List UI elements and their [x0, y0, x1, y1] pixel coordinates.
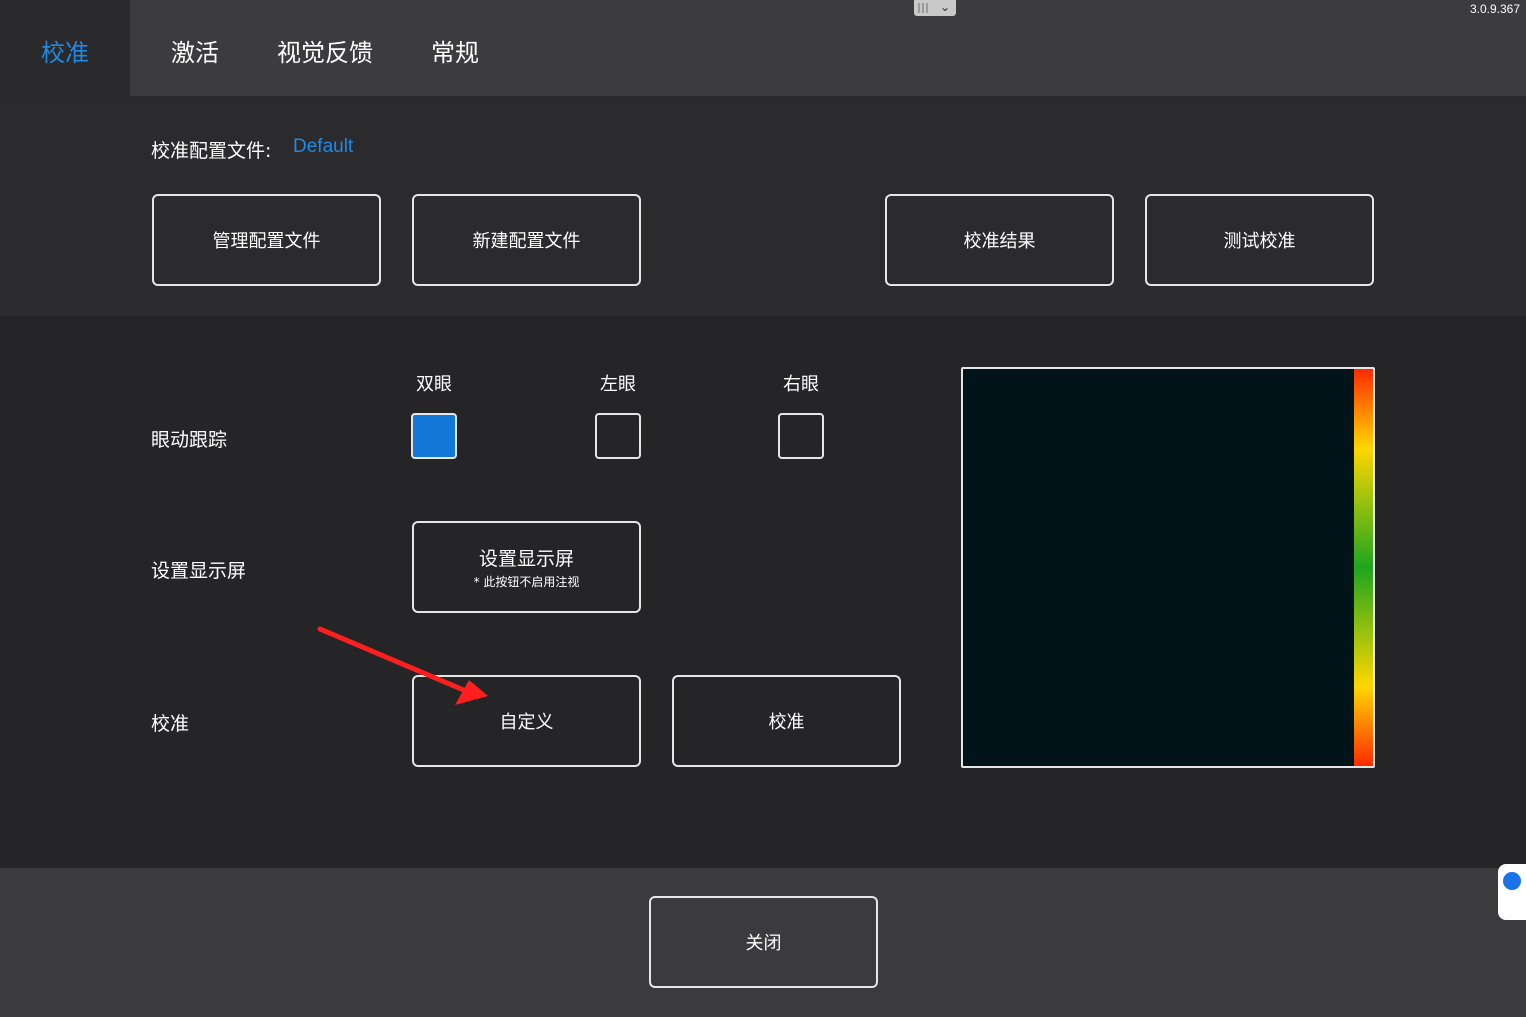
eye-tracking-preview	[961, 367, 1375, 768]
version-label: 3.0.9.367	[1469, 2, 1520, 16]
both-eyes-checkbox[interactable]	[411, 413, 457, 459]
calibration-label: 校准	[151, 713, 190, 735]
tab-visual-feedback[interactable]: 视觉反馈	[260, 0, 390, 100]
setup-display-button[interactable]: 设置显示屏 * 此按钮不启用注视	[412, 521, 641, 613]
test-calibration-button[interactable]: 测试校准	[1145, 194, 1374, 286]
custom-calibration-button[interactable]: 自定义	[412, 675, 641, 767]
profile-label: 校准配置文件:	[151, 140, 272, 162]
remote-support-widget[interactable]	[1498, 864, 1526, 920]
tab-general[interactable]: 常规	[410, 0, 500, 100]
setup-display-button-label: 设置显示屏	[478, 548, 574, 570]
left-eye-checkbox[interactable]	[595, 413, 641, 459]
top-tab-bar: 校准 激活 视觉反馈 常规 ⌄ 3.0.9.367	[0, 0, 1526, 100]
chevron-down-icon: ⌄	[940, 0, 951, 14]
close-button[interactable]: 关闭	[649, 896, 878, 988]
left-eye-label: 左眼	[600, 374, 636, 395]
remote-support-icon	[1503, 872, 1521, 890]
tab-calibration[interactable]: 校准	[0, 0, 130, 100]
setup-display-button-note: * 此按钮不启用注视	[473, 575, 580, 589]
both-eyes-label: 双眼	[416, 374, 452, 395]
signal-strength-meter	[1354, 369, 1373, 766]
new-profile-button[interactable]: 新建配置文件	[412, 194, 641, 286]
right-eye-label: 右眼	[783, 374, 819, 395]
grid-icon	[918, 3, 930, 13]
calibration-results-button[interactable]: 校准结果	[885, 194, 1114, 286]
manage-profiles-button[interactable]: 管理配置文件	[152, 194, 381, 286]
profile-value: Default	[293, 136, 354, 157]
right-eye-checkbox[interactable]	[778, 413, 824, 459]
calibrate-button[interactable]: 校准	[672, 675, 901, 767]
window-control-widget[interactable]: ⌄	[914, 0, 956, 16]
tab-activation[interactable]: 激活	[150, 0, 240, 100]
eye-tracking-label: 眼动跟踪	[151, 429, 228, 451]
display-setup-label: 设置显示屏	[151, 560, 247, 582]
